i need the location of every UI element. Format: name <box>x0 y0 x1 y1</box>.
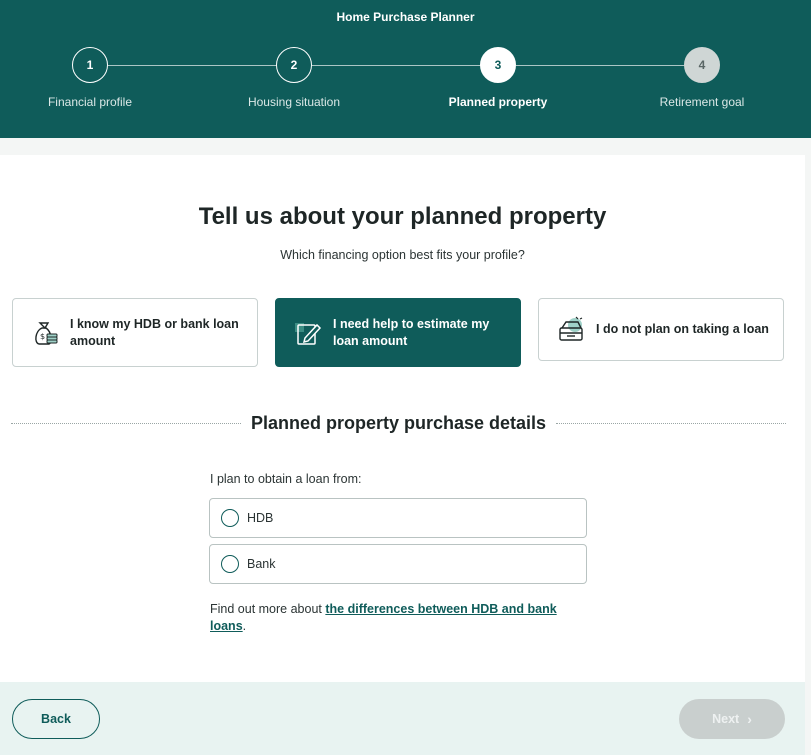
step-label: Housing situation <box>247 95 341 109</box>
back-label: Back <box>41 712 71 726</box>
option-label: I do not plan on taking a loan <box>596 322 769 336</box>
radio-button[interactable] <box>221 555 239 573</box>
step-label: Financial profile <box>47 95 133 109</box>
section-divider: Planned property purchase details <box>11 413 786 435</box>
radio-button[interactable] <box>221 509 239 527</box>
step-number: 4 <box>684 47 720 83</box>
page-subtitle: Which financing option best fits your pr… <box>280 248 525 262</box>
form-card: Tell us about your planned property Whic… <box>0 155 805 682</box>
loan-info-text: Find out more about the differences betw… <box>210 601 590 635</box>
radio-label: HDB <box>247 511 274 525</box>
step-number: 1 <box>72 47 108 83</box>
info-suffix: . <box>242 619 247 633</box>
option-estimate-loan[interactable]: I need help to estimate my loan amount <box>275 298 521 367</box>
step-financial-profile[interactable]: 1 Financial profile <box>0 47 180 109</box>
radio-label: Bank <box>247 557 276 571</box>
step-number: 3 <box>480 47 516 83</box>
step-retirement-goal: 4 Retirement goal <box>612 47 792 109</box>
step-label: Retirement goal <box>659 95 745 109</box>
svg-text:$: $ <box>40 332 45 341</box>
option-know-loan-amount[interactable]: $ I know my HDB or bank loan amount <box>12 298 258 367</box>
option-label: I need help to estimate my loan amount <box>333 316 490 348</box>
radio-option-hdb[interactable]: HDB <box>209 498 587 538</box>
cash-box-icon <box>557 316 585 344</box>
app-title: Home Purchase Planner <box>336 10 475 24</box>
step-number: 2 <box>276 47 312 83</box>
edit-note-icon <box>294 319 322 347</box>
step-label: Planned property <box>448 95 548 109</box>
footer-bar: Back Next › <box>0 682 805 755</box>
page-title: Tell us about your planned property <box>198 203 607 230</box>
option-no-loan[interactable]: I do not plan on taking a loan <box>538 298 784 361</box>
option-label: I know my HDB or bank loan amount <box>70 316 239 348</box>
stepper-header: Home Purchase Planner 1 Financial profil… <box>0 0 811 138</box>
info-prefix: Find out more about <box>210 602 326 616</box>
loan-source-question: I plan to obtain a loan from: <box>210 472 362 486</box>
divider-line <box>556 423 786 424</box>
next-button[interactable]: Next › <box>679 699 785 739</box>
back-button[interactable]: Back <box>12 699 100 739</box>
next-label: Next <box>712 712 740 726</box>
step-planned-property: 3 Planned property <box>408 47 588 109</box>
radio-option-bank[interactable]: Bank <box>209 544 587 584</box>
chevron-right-icon: › <box>747 711 752 727</box>
step-housing-situation[interactable]: 2 Housing situation <box>204 47 384 109</box>
money-bag-icon: $ <box>31 319 59 347</box>
